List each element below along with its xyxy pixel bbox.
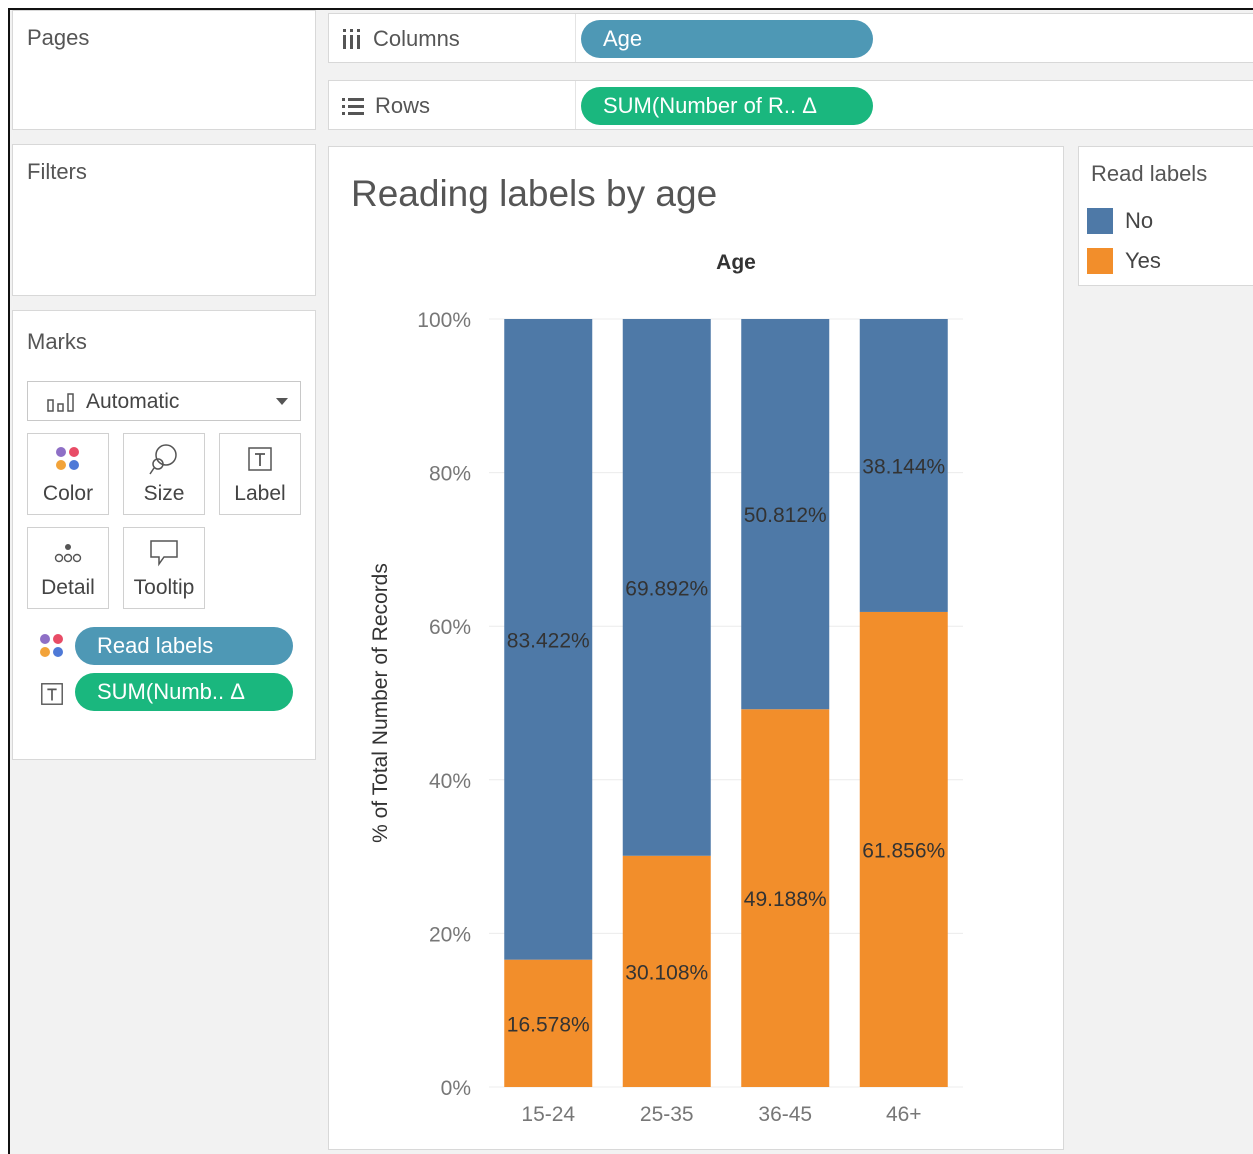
columns-shelf[interactable]: Columns Age [328, 13, 1253, 63]
x-tick-label: 25-35 [640, 1103, 694, 1126]
size-button-label: Size [143, 482, 185, 505]
legend-swatch-no [1087, 208, 1113, 234]
y-tick-label: 60% [429, 616, 471, 639]
rows-icon [342, 98, 364, 115]
sum-records-row-pill[interactable]: SUM(Number of R.. Δ [581, 87, 873, 125]
legend-card: Read labels No Yes [1078, 146, 1253, 286]
color-dots-icon [28, 442, 108, 476]
data-label: 16.578% [507, 1013, 590, 1036]
color-button[interactable]: Color [27, 433, 109, 515]
detail-button-label: Detail [41, 576, 95, 599]
label-button-label: Label [234, 482, 286, 505]
text-label-icon [41, 683, 63, 705]
legend-swatch-yes [1087, 248, 1113, 274]
tooltip-button[interactable]: Tooltip [123, 527, 205, 609]
columns-icon [343, 29, 360, 49]
legend-label-no: No [1125, 208, 1154, 233]
text-label-icon [220, 442, 300, 476]
x-tick-label: 46+ [886, 1103, 922, 1126]
mark-type-label: Automatic [86, 390, 180, 413]
color-dots-icon [40, 634, 63, 657]
shelf-divider [575, 81, 576, 129]
chart-svg: 0% 20% 40% 60% 80% 100% % of Total Number of R… [369, 251, 963, 1126]
size-button[interactable]: Size [123, 433, 205, 515]
data-label: 38.144% [862, 455, 945, 478]
shelf-divider [575, 14, 576, 62]
color-button-label: Color [42, 482, 94, 505]
x-tick-label: 36-45 [758, 1103, 812, 1126]
bar-chart-icon [47, 393, 74, 412]
columns-shelf-label: Columns [373, 26, 460, 51]
y-axis-title: % of Total Number of Records [369, 563, 392, 843]
chart-view: Reading labels by age 0% 20% 40% 60% 80% 100%… [328, 146, 1064, 1150]
y-tick-label: 100% [417, 309, 471, 332]
data-label: 30.108% [625, 961, 708, 984]
tooltip-button-label: Tooltip [133, 576, 195, 599]
mark-type-dropdown[interactable]: Automatic [27, 381, 301, 421]
legend-item-yes[interactable]: Yes [1087, 247, 1161, 275]
marks-card: Marks Automatic Color Size Label Detail … [12, 310, 316, 760]
label-field-row: SUM(Numb.. Δ [27, 673, 307, 713]
y-tick-label: 0% [441, 1077, 471, 1100]
data-label: 61.856% [862, 839, 945, 862]
legend-title: Read labels [1091, 161, 1208, 186]
y-tick-label: 20% [429, 923, 471, 946]
legend-item-no[interactable]: No [1087, 207, 1153, 235]
color-field-row: Read labels [27, 627, 307, 667]
data-label: 69.892% [625, 577, 708, 600]
column-header: Age [716, 251, 756, 274]
data-label: 83.422% [507, 629, 590, 652]
detail-button[interactable]: Detail [27, 527, 109, 609]
tooltip-icon [124, 536, 204, 570]
read-labels-field-pill[interactable]: Read labels [75, 627, 293, 665]
y-tick-label: 80% [429, 463, 471, 486]
columns-shelf-label-group: Columns [341, 26, 460, 52]
rows-shelf-label: Rows [375, 93, 431, 118]
label-button[interactable]: Label [219, 433, 301, 515]
filters-card[interactable]: Filters [12, 144, 316, 296]
pages-title: Pages [27, 25, 90, 50]
workspace: Pages Filters Marks Automatic Color Size… [8, 8, 1253, 1154]
size-icon [124, 442, 204, 476]
sum-records-field-pill[interactable]: SUM(Numb.. Δ [75, 673, 293, 711]
x-tick-label: 15-24 [521, 1103, 575, 1126]
pages-card[interactable]: Pages [12, 10, 316, 130]
filters-title: Filters [27, 159, 87, 184]
rows-shelf[interactable]: Rows SUM(Number of R.. Δ [328, 80, 1253, 130]
data-label: 49.188% [744, 888, 827, 911]
rows-shelf-label-group: Rows [341, 93, 430, 119]
chevron-down-icon [276, 398, 288, 405]
detail-icon [28, 536, 108, 570]
marks-title: Marks [27, 329, 87, 354]
data-label: 50.812% [744, 504, 827, 527]
y-tick-label: 40% [429, 770, 471, 793]
age-column-pill[interactable]: Age [581, 20, 873, 58]
legend-label-yes: Yes [1125, 248, 1161, 273]
